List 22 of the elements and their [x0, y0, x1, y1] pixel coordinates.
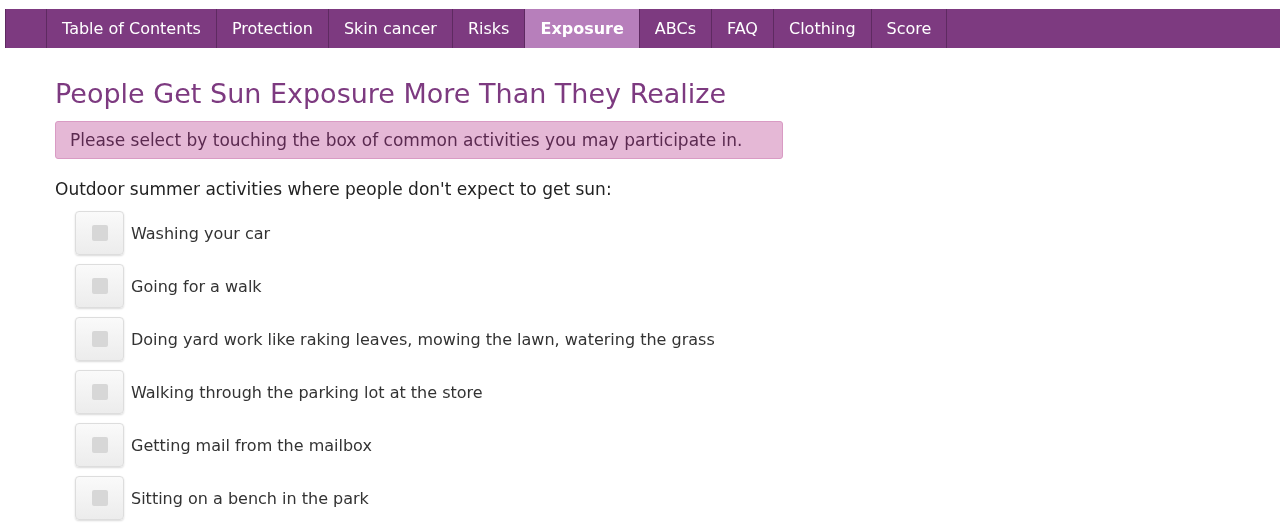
- nav-tab[interactable]: FAQ: [710, 9, 773, 48]
- nav-tab[interactable]: Skin cancer: [327, 9, 452, 48]
- checkbox[interactable]: [75, 476, 124, 520]
- checkbox-label: Getting mail from the mailbox: [131, 435, 372, 455]
- nav-tab[interactable]: Protection: [215, 9, 328, 48]
- checkbox-label: Washing your car: [131, 223, 271, 243]
- checkbox-label: Doing yard work like raking leaves, mowing the lawn, watering the grass: [131, 329, 715, 349]
- checkbox-label: Going for a walk: [131, 276, 262, 296]
- instruction-notice: Please select by touching the box of common activities you may participate in.: [55, 121, 783, 159]
- checkbox[interactable]: [75, 370, 124, 414]
- checkbox[interactable]: [75, 211, 124, 255]
- nav-tab[interactable]: ABCs: [638, 9, 711, 48]
- section-heading: Outdoor summer activities where people don't expect to get sun:: [55, 179, 613, 199]
- checkbox[interactable]: [75, 264, 124, 308]
- checkbox-label: Sitting on a bench in the park: [131, 488, 369, 508]
- nav-tab[interactable]: Score: [870, 9, 948, 48]
- nav-tab[interactable]: Table of Contents: [46, 9, 216, 48]
- checkbox[interactable]: [75, 317, 124, 361]
- page-title: People Get Sun Exposure More Than They Realize: [55, 78, 728, 109]
- checkbox-label: Walking through the parking lot at the store: [131, 382, 483, 402]
- checkbox[interactable]: [75, 423, 124, 467]
- nav-tab[interactable]: Clothing: [772, 9, 871, 48]
